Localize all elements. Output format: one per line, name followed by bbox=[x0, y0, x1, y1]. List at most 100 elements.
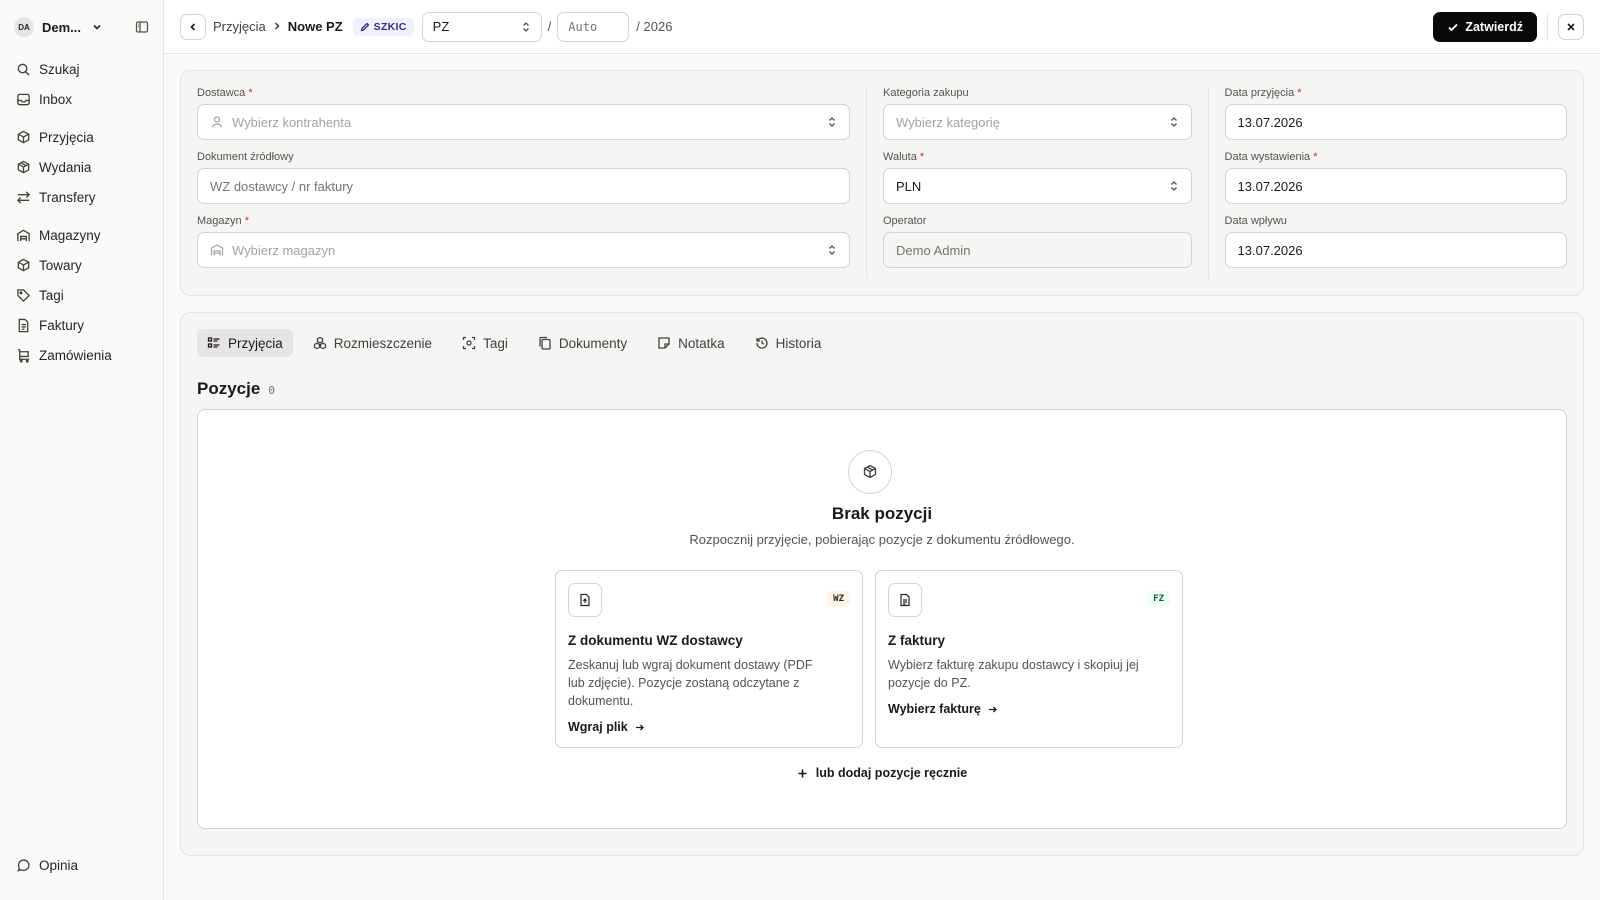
empty-state-title: Brak pozycji bbox=[831, 504, 933, 523]
chevron-updown-icon bbox=[827, 116, 837, 128]
currency-select[interactable]: PLN bbox=[883, 168, 1192, 204]
workspace-switcher[interactable]: DA Dem... bbox=[0, 0, 163, 54]
option-description: Wybierz fakturę zakupu dostawcy i skopiu… bbox=[888, 658, 1139, 690]
add-manual-button[interactable]: lub dodaj pozycje ręcznie bbox=[198, 766, 1566, 780]
sidebar-toggle-icon[interactable] bbox=[135, 20, 149, 34]
tab-label: Notatka bbox=[678, 335, 725, 351]
items-section: Przyjęcia Rozmieszczenie Tagi Dokumenty … bbox=[180, 312, 1584, 856]
divider bbox=[1547, 12, 1548, 41]
sidebar: DA Dem... Szukaj Inbox Przyjęcia Wydania… bbox=[0, 0, 164, 900]
sidebar-item-tags[interactable]: Tagi bbox=[8, 280, 155, 310]
option-link-label: Wybierz fakturę bbox=[888, 702, 981, 716]
arrival-date-input[interactable]: 13.07.2026 bbox=[1224, 232, 1567, 268]
box-icon bbox=[17, 258, 30, 271]
sidebar-item-invoices[interactable]: Faktury bbox=[8, 310, 155, 340]
tab-placement[interactable]: Rozmieszczenie bbox=[303, 329, 442, 357]
chevron-updown-icon bbox=[1169, 180, 1179, 192]
close-icon bbox=[1567, 22, 1575, 31]
issue-date-input[interactable]: 13.07.2026 bbox=[1224, 168, 1567, 204]
search-icon bbox=[17, 63, 30, 76]
chevron-down-icon[interactable] bbox=[91, 21, 103, 33]
choose-invoice-link[interactable]: Wybierz fakturę bbox=[888, 702, 1170, 716]
tab-receipts[interactable]: Przyjęcia bbox=[197, 329, 293, 357]
items-heading: Pozycje 0 bbox=[197, 379, 1567, 399]
file-upload-icon bbox=[568, 583, 602, 617]
empty-state-subtitle: Rozpocznij przyjęcie, pobierając pozycje… bbox=[689, 532, 1075, 547]
sidebar-item-label: Faktury bbox=[39, 317, 85, 333]
confirm-button[interactable]: Zatwierdź bbox=[1433, 11, 1537, 42]
workspace-name: Dem... bbox=[42, 19, 82, 35]
chevron-updown-icon bbox=[827, 244, 837, 256]
package-in-icon bbox=[17, 130, 30, 143]
receipt-date-value: 13.07.2026 bbox=[1237, 114, 1303, 130]
note-icon bbox=[658, 337, 670, 349]
plus-icon bbox=[798, 769, 807, 777]
chat-bubble-icon bbox=[17, 858, 30, 872]
sidebar-item-products[interactable]: Towary bbox=[8, 250, 155, 280]
sidebar-item-label: Inbox bbox=[39, 91, 73, 107]
add-manual-label: lub dodaj pozycje ręcznie bbox=[815, 766, 968, 780]
tab-history[interactable]: Historia bbox=[745, 329, 832, 357]
tab-documents[interactable]: Dokumenty bbox=[528, 329, 637, 357]
chevron-left-icon bbox=[190, 22, 196, 31]
option-title: Z dokumentu WZ dostawcy bbox=[568, 633, 743, 648]
arrival-date-value: 13.07.2026 bbox=[1237, 242, 1303, 258]
upload-file-link[interactable]: Wgraj plik bbox=[568, 720, 850, 734]
sidebar-item-label: Towary bbox=[39, 257, 82, 273]
import-from-invoice-card[interactable]: FZ Z faktury Wybierz fakturę zakupu dost… bbox=[875, 570, 1183, 748]
issue-date-label: Data wystawienia * bbox=[1224, 151, 1318, 163]
sidebar-item-issues[interactable]: Wydania bbox=[8, 152, 155, 182]
avatar: DA bbox=[14, 17, 34, 37]
currency-value: PLN bbox=[896, 178, 922, 194]
import-from-wz-card[interactable]: WZ Z dokumentu WZ dostawcy Zeskanuj lub … bbox=[555, 570, 863, 748]
tab-label: Tagi bbox=[483, 335, 508, 351]
sidebar-item-orders[interactable]: Zamówienia bbox=[8, 340, 155, 370]
doc-number-input[interactable] bbox=[557, 11, 630, 42]
breadcrumb-parent[interactable]: Przyjęcia bbox=[213, 19, 266, 34]
tab-tags[interactable]: Tagi bbox=[452, 329, 518, 357]
feedback-button[interactable]: Opinia bbox=[8, 850, 155, 880]
doc-year: / 2026 bbox=[636, 19, 673, 34]
supplier-label: Dostawca * bbox=[197, 87, 253, 99]
package-out-icon bbox=[17, 160, 30, 173]
chevron-updown-icon bbox=[1169, 116, 1179, 128]
document-form: Dostawca * Wybierz kontrahenta Dokument … bbox=[180, 70, 1584, 296]
operator-value: Demo Admin bbox=[896, 242, 971, 258]
tab-note[interactable]: Notatka bbox=[647, 329, 735, 357]
sidebar-item-transfers[interactable]: Transfery bbox=[8, 182, 155, 212]
operator-field: Demo Admin bbox=[883, 232, 1192, 268]
sidebar-item-warehouses[interactable]: Magazyny bbox=[8, 220, 155, 250]
sidebar-item-label: Przyjęcia bbox=[39, 129, 94, 145]
sidebar-item-receipts[interactable]: Przyjęcia bbox=[8, 122, 155, 152]
chevron-updown-icon bbox=[522, 21, 529, 32]
warehouse-label: Magazyn * bbox=[197, 215, 249, 227]
sidebar-item-search[interactable]: Szukaj bbox=[8, 54, 155, 84]
cart-icon bbox=[17, 348, 30, 363]
warehouse-select[interactable]: Wybierz magazyn bbox=[197, 232, 850, 268]
tab-label: Dokumenty bbox=[558, 335, 628, 351]
status-badge-label: SZKIC bbox=[373, 20, 407, 33]
close-button[interactable] bbox=[1558, 13, 1584, 40]
doc-type-select[interactable]: PZ bbox=[421, 11, 542, 42]
sidebar-item-inbox[interactable]: Inbox bbox=[8, 84, 155, 114]
user-icon bbox=[210, 115, 224, 129]
tab-label: Przyjęcia bbox=[228, 335, 283, 351]
scan-icon bbox=[462, 336, 476, 350]
warehouse-icon bbox=[17, 229, 30, 241]
check-icon bbox=[1448, 23, 1458, 31]
sidebar-item-label: Wydania bbox=[39, 159, 92, 175]
arrival-date-label: Data wpływu bbox=[1224, 215, 1287, 227]
supplier-select[interactable]: Wybierz kontrahenta bbox=[197, 104, 850, 140]
chevron-right-icon bbox=[272, 20, 282, 34]
category-select[interactable]: Wybierz kategorię bbox=[883, 104, 1192, 140]
warehouse-icon bbox=[210, 243, 224, 257]
feedback-label: Opinia bbox=[39, 857, 79, 873]
receipt-date-input[interactable]: 13.07.2026 bbox=[1224, 104, 1567, 140]
source-doc-input[interactable] bbox=[197, 168, 850, 204]
option-description: Zeskanuj lub wgraj dokument dostawy (PDF… bbox=[568, 658, 813, 708]
category-placeholder: Wybierz kategorię bbox=[896, 114, 1000, 130]
back-button[interactable] bbox=[180, 13, 206, 40]
separator-slash: / bbox=[547, 19, 552, 34]
list-icon bbox=[207, 337, 220, 348]
category-label: Kategoria zakupu bbox=[883, 87, 969, 99]
